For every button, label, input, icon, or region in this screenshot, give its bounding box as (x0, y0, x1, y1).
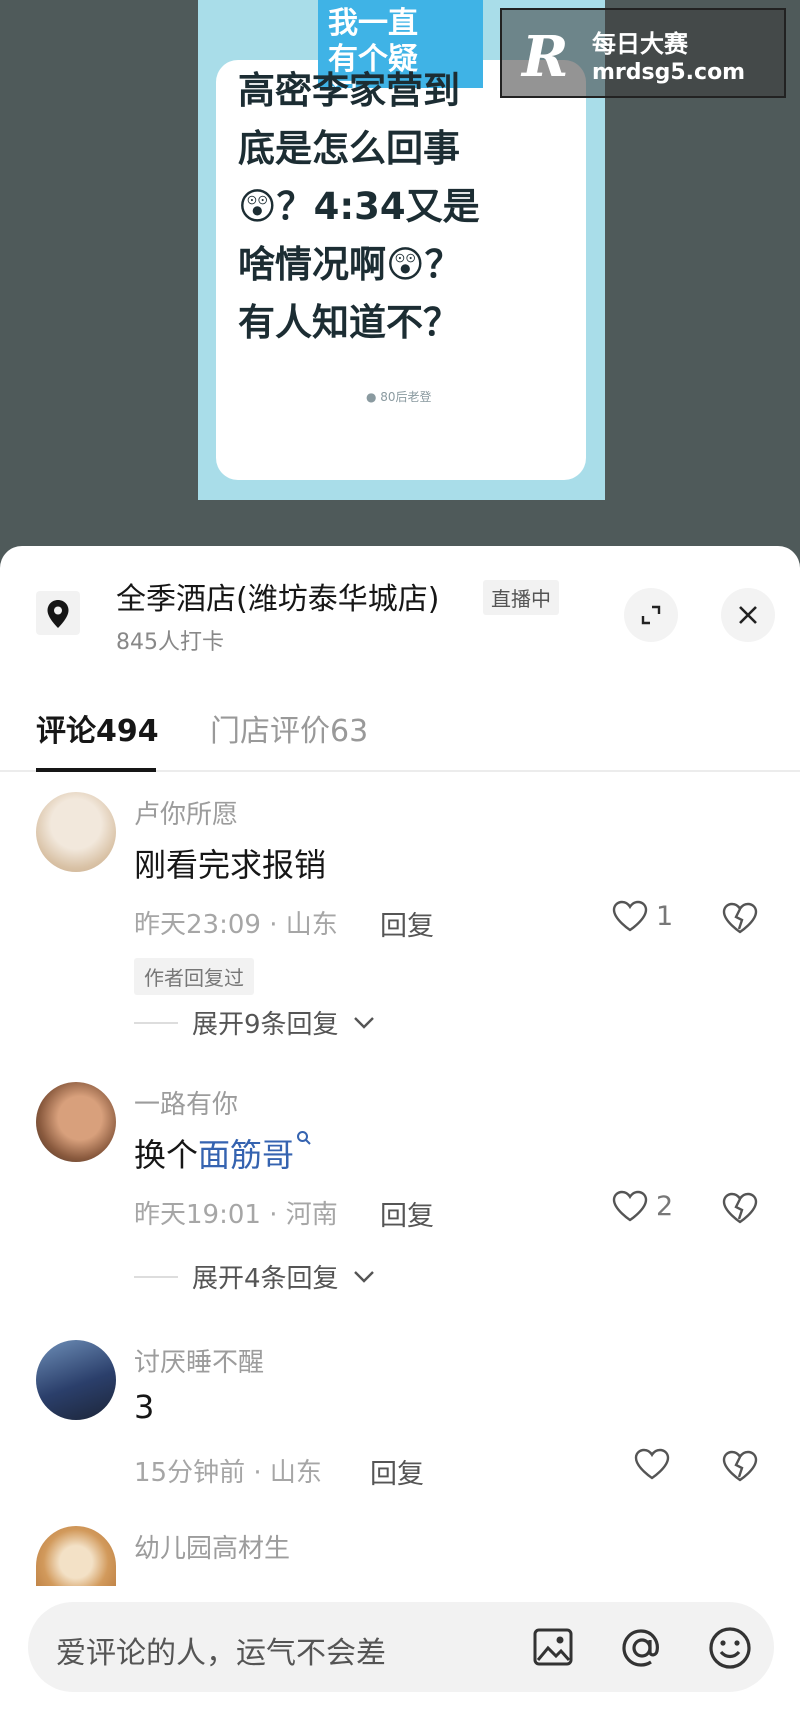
broken-heart-icon (722, 1450, 758, 1482)
poster-line: 有人知道不？ (238, 301, 460, 344)
avatar[interactable] (36, 792, 116, 872)
comment-input[interactable]: 爱评论的人，运气不会差 (28, 1602, 774, 1692)
dislike-button[interactable] (722, 1192, 758, 1228)
comment-text: 换个面筋哥 (134, 1130, 312, 1176)
video-area[interactable]: 我一直 有个疑问： 高密李家营到 底是怎么回事 😲？4:34又是 啥情况啊😲？ … (0, 0, 800, 560)
comment-text: 刚看完求报销 (134, 846, 327, 884)
divider-line (134, 1021, 178, 1024)
tab-active-indicator (36, 768, 156, 772)
divider-line (134, 1275, 178, 1278)
avatar[interactable] (36, 1082, 116, 1162)
heart-icon (612, 1190, 648, 1222)
checkin-count: 845人打卡 (116, 630, 224, 655)
avatar[interactable] (36, 1526, 116, 1586)
reply-button[interactable]: 回复 (370, 1452, 424, 1491)
heart-icon (612, 900, 648, 932)
watermark-logo: R (522, 24, 569, 90)
poster-line: 啥情况啊😲？ (238, 243, 462, 286)
comment-username[interactable]: 卢你所愿 (134, 794, 238, 831)
tab-comments[interactable]: 评论494 (36, 706, 159, 750)
heart-icon (634, 1448, 670, 1480)
comment-meta: 昨天19:01 · 河南 (134, 1200, 338, 1230)
at-icon[interactable] (620, 1626, 664, 1674)
shop-name[interactable]: 全季酒店(潍坊泰华城店) (116, 574, 439, 618)
reply-button[interactable]: 回复 (380, 1194, 434, 1233)
poster-line: 底是怎么回事 (238, 127, 460, 170)
comment-username[interactable]: 一路有你 (134, 1084, 238, 1121)
comment-text-prefix: 换个 (134, 1136, 199, 1174)
tab-bar: 评论494 门店评价63 (0, 706, 800, 772)
dislike-button[interactable] (722, 902, 758, 938)
comment-text: 3 (134, 1388, 155, 1426)
chevron-down-icon (353, 1016, 374, 1029)
like-count: 2 (656, 1190, 674, 1222)
chevron-down-icon (353, 1270, 374, 1283)
close-button[interactable] (721, 588, 775, 642)
expand-replies[interactable]: 展开9条回复 (134, 1004, 375, 1041)
dislike-button[interactable] (722, 1450, 758, 1486)
live-badge[interactable]: 直播中 (483, 580, 559, 615)
like-button[interactable]: 1 (612, 900, 673, 932)
image-icon[interactable] (532, 1626, 574, 1672)
tab-reviews-count: 63 (330, 714, 369, 749)
close-icon (739, 606, 757, 624)
like-button[interactable] (634, 1448, 670, 1480)
like-button[interactable]: 2 (612, 1190, 673, 1222)
search-link[interactable]: 面筋哥 (198, 1136, 294, 1174)
poster-line: 😲？4:34又是 (238, 185, 480, 228)
emoji-icon[interactable] (708, 1626, 752, 1674)
comment-input-placeholder: 爱评论的人，运气不会差 (56, 1636, 386, 1671)
expand-icon (641, 605, 661, 625)
poster-title-line1: 我一直 (328, 6, 418, 41)
poster-body: 高密李家营到 底是怎么回事 😲？4:34又是 啥情况啊😲？ 有人知道不？ (238, 62, 558, 352)
comment-sheet: 全季酒店(潍坊泰华城店) 直播中 845人打卡 评论494 门店评价63 卢你所… (0, 546, 800, 1710)
location-pin-icon (36, 591, 80, 635)
tab-comments-label: 评论 (36, 714, 96, 749)
expand-replies-label: 展开4条回复 (192, 1264, 339, 1294)
broken-heart-icon (722, 902, 758, 934)
expand-replies[interactable]: 展开4条回复 (134, 1258, 375, 1295)
tab-reviews-label: 门店评价 (210, 714, 330, 749)
watermark-name: 每日大赛 (592, 30, 688, 58)
broken-heart-icon (722, 1192, 758, 1224)
comment-meta: 15分钟前 · 山东 (134, 1458, 322, 1488)
reply-button[interactable]: 回复 (380, 904, 434, 943)
poster-signature: ● 80后老登 (366, 390, 432, 404)
tab-store-reviews[interactable]: 门店评价63 (210, 706, 368, 750)
comment-username[interactable]: 幼儿园高材生 (134, 1528, 290, 1565)
tab-comments-count: 494 (96, 714, 159, 749)
search-icon[interactable] (296, 1130, 312, 1146)
like-count: 1 (656, 900, 674, 932)
comment-meta: 昨天23:09 · 山东 (134, 910, 338, 940)
comment-username[interactable]: 讨厌睡不醒 (134, 1342, 264, 1379)
watermark: R 每日大赛 mrdsg5.com (500, 8, 786, 98)
watermark-url: mrdsg5.com (592, 60, 746, 85)
expand-button[interactable] (624, 588, 678, 642)
expand-replies-label: 展开9条回复 (192, 1010, 339, 1040)
avatar[interactable] (36, 1340, 116, 1420)
author-replied-tag: 作者回复过 (134, 958, 254, 995)
